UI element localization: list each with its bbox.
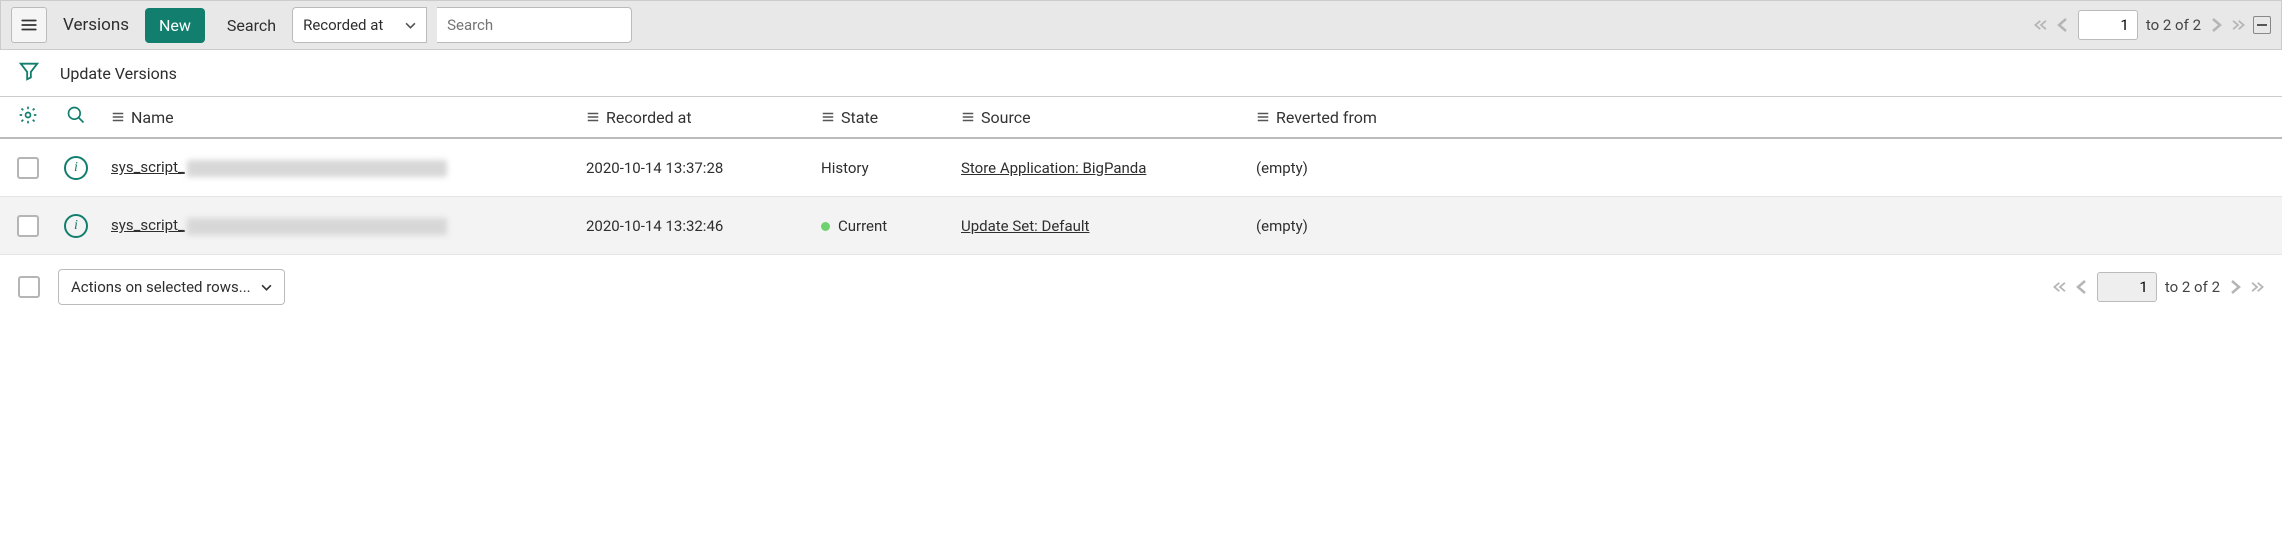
source-link[interactable]: Store Application: BigPanda [961,159,1146,177]
last-page-button[interactable] [2231,18,2245,32]
recorded-value: 2020-10-14 13:37:28 [586,159,821,177]
next-page-button[interactable] [2228,280,2242,294]
col-header-reverted[interactable]: Reverted from [1256,108,1491,127]
info-icon[interactable]: i [64,214,88,238]
col-header-state[interactable]: State [821,108,961,127]
actions-label: Actions on selected rows... [71,278,251,296]
last-page-button[interactable] [2250,280,2264,294]
redacted-text [187,218,447,235]
first-page-button[interactable] [2034,18,2048,32]
table-header: Name Recorded at State Source Reverted f… [0,96,2282,139]
reverted-value: (empty) [1256,159,1491,177]
search-field-select[interactable]: Recorded at [292,7,427,43]
page-number-input[interactable] [2078,10,2138,40]
status-dot-icon [821,222,830,231]
breadcrumb-row: Update Versions [0,50,2282,96]
reverted-value: (empty) [1256,217,1491,235]
record-name-link[interactable]: sys_script_ [111,158,185,176]
recorded-value: 2020-10-14 13:32:46 [586,217,821,235]
search-field-value: Recorded at [303,16,383,34]
col-header-source[interactable]: Source [961,108,1256,127]
pager-top: to 2 of 2 [2034,10,2271,40]
chevron-down-icon [405,20,416,31]
collapse-icon[interactable] [2253,16,2271,34]
source-link[interactable]: Update Set: Default [961,217,1089,235]
table-row: i sys_script_ 2020-10-14 13:32:46CurrentUp… [0,197,2282,255]
search-column-icon[interactable] [66,105,86,129]
sort-icon [586,110,600,124]
chevron-down-icon [261,282,272,293]
sort-icon [821,110,835,124]
prev-page-button[interactable] [2075,280,2089,294]
table-footer: Actions on selected rows... to 2 of 2 [0,255,2282,319]
breadcrumb-text: Update Versions [60,64,177,83]
next-page-button[interactable] [2209,18,2223,32]
prev-page-button[interactable] [2056,18,2070,32]
record-name-link[interactable]: sys_script_ [111,216,185,234]
search-input[interactable] [437,7,632,43]
new-button[interactable]: New [145,8,205,43]
sort-icon [961,110,975,124]
info-icon[interactable]: i [64,156,88,180]
table-row: i sys_script_ 2020-10-14 13:37:28HistorySt… [0,139,2282,197]
redacted-text [187,160,447,177]
gear-icon[interactable] [18,105,38,129]
page-title: Versions [57,15,135,35]
row-checkbox[interactable] [17,157,39,179]
hamburger-icon [20,16,38,34]
row-checkbox[interactable] [17,215,39,237]
first-page-button[interactable] [2053,280,2067,294]
col-header-name[interactable]: Name [96,108,586,127]
pager-bottom: to 2 of 2 [2053,272,2264,302]
state-value: History [821,159,961,177]
select-all-footer[interactable] [18,276,40,298]
sort-icon [1256,110,1270,124]
page-number-input[interactable] [2097,272,2157,302]
state-value: Current [821,217,961,235]
col-header-recorded[interactable]: Recorded at [586,108,821,127]
filter-icon[interactable] [18,60,40,86]
menu-button[interactable] [11,7,47,43]
sort-icon [111,110,125,124]
actions-select[interactable]: Actions on selected rows... [58,269,285,305]
top-toolbar: Versions New Search Recorded at to 2 of … [0,0,2282,50]
search-label: Search [227,16,276,35]
